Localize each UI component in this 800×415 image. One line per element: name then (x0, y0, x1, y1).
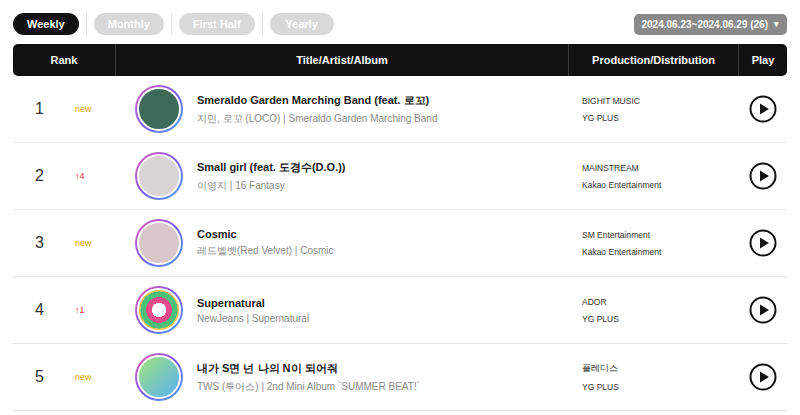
column-header: Play (738, 44, 787, 76)
artist-album: TWS (투어스) | 2nd Mini Album `SUMMER BEAT!… (197, 380, 420, 394)
rank-change: ↑4 (75, 171, 85, 181)
period-tab[interactable]: Monthly (94, 13, 164, 35)
rank-cell: 1new (13, 100, 115, 118)
rank-cell: 3new (13, 234, 115, 252)
period-tab[interactable]: Weekly (13, 13, 79, 35)
album-art[interactable] (135, 152, 183, 200)
distribution: YG PLUS (582, 314, 738, 324)
rank-change: new (75, 104, 92, 114)
distribution: Kakao Entertainment (582, 180, 738, 190)
chart-row[interactable]: 1newSmeraldo Garden Marching Band (feat.… (13, 76, 787, 143)
album-art[interactable] (135, 353, 183, 401)
production: BIGHIT MUSIC (582, 96, 738, 106)
play-icon[interactable] (749, 162, 777, 190)
play-icon[interactable] (749, 363, 777, 391)
tab-separator (86, 13, 87, 35)
artist-album: 레드벨벳(Red Velvet) | Cosmic (197, 244, 334, 258)
period-tabs: Weekly Monthly First Half Yearly (13, 13, 334, 35)
title-cell: Small girl (feat. 도경수(D.O.)) 이영지 | 16 Fan… (115, 152, 568, 200)
distribution: Kakao Entertainment (582, 247, 738, 257)
chart-row[interactable]: 4↑1 Supernatural NewJeans | Supernatural AD… (13, 277, 787, 344)
chart-list: 1newSmeraldo Garden Marching Band (feat.… (13, 76, 787, 411)
title-cell: Smeraldo Garden Marching Band (feat. 로꼬)… (115, 85, 568, 133)
album-art[interactable] (135, 219, 183, 267)
title-cell: Cosmic 레드벨벳(Red Velvet) | Cosmic (115, 219, 568, 267)
play-icon[interactable] (749, 95, 777, 123)
album-art[interactable] (135, 286, 183, 334)
production: MAINSTREAM (582, 163, 738, 173)
play-icon[interactable] (749, 296, 777, 324)
artist-album: 지민, 로꼬 (LOCO) | Smeraldo Garden Marching… (197, 112, 437, 126)
song-title[interactable]: Small girl (feat. 도경수(D.O.)) (197, 160, 346, 175)
production-cell: SM Entertainment Kakao Entertainment (568, 230, 738, 257)
chart-page: Weekly Monthly First Half Yearly 2024.06.23~… (0, 0, 800, 411)
rank-cell: 5new (13, 368, 115, 386)
chart-row[interactable]: 2↑4 Small girl (feat. 도경수(D.O.)) 이영지 | 16 … (13, 143, 787, 210)
song-title[interactable]: Supernatural (197, 297, 309, 309)
rank-number: 2 (35, 167, 75, 185)
song-title[interactable]: 내가 S면 넌 나의 N이 되어줘 (197, 361, 420, 376)
title-cell: 내가 S면 넌 나의 N이 되어줘 TWS (투어스) | 2nd Mini Al… (115, 353, 568, 401)
period-dropdown[interactable]: 2024.06.23~2024.06.29 (26) ▾ (634, 14, 788, 35)
chart-row[interactable]: 3new Cosmic 레드벨벳(Red Velvet) | Cosmic SM En… (13, 210, 787, 277)
artist-album: 이영지 | 16 Fantasy (197, 179, 346, 193)
artist-album: NewJeans | Supernatural (197, 313, 309, 324)
chart-row[interactable]: 5new 내가 S면 넌 나의 N이 되어줘 TWS (투어스) | 2nd Min… (13, 344, 787, 411)
column-header: Production/Distribution (568, 44, 738, 76)
rank-change: new (75, 372, 92, 382)
production: SM Entertainment (582, 230, 738, 240)
song-title[interactable]: Smeraldo Garden Marching Band (feat. 로꼬) (197, 93, 437, 108)
song-title[interactable]: Cosmic (197, 228, 334, 240)
column-header: Title/Artist/Album (115, 44, 568, 76)
production-cell: BIGHIT MUSIC YG PLUS (568, 96, 738, 123)
production-cell: ADOR YG PLUS (568, 297, 738, 324)
rank-change: ↑1 (75, 305, 85, 315)
dropdown-icon: ▾ (774, 19, 779, 29)
rank-number: 3 (35, 234, 75, 252)
tab-separator (262, 13, 263, 35)
production-cell: 플레디스 YG PLUS (568, 363, 738, 392)
rank-number: 4 (35, 301, 75, 319)
period-tab[interactable]: First Half (179, 13, 255, 35)
distribution: YG PLUS (582, 382, 738, 392)
top-bar: Weekly Monthly First Half Yearly 2024.06.23~… (13, 12, 787, 36)
rank-cell: 2↑4 (13, 167, 115, 185)
table-header: RankTitle/Artist/AlbumProduction/Distrib… (13, 44, 787, 76)
rank-number: 1 (35, 100, 75, 118)
rank-change: new (75, 238, 92, 248)
tab-separator (171, 13, 172, 35)
title-cell: Supernatural NewJeans | Supernatural (115, 286, 568, 334)
rank-number: 5 (35, 368, 75, 386)
distribution: YG PLUS (582, 113, 738, 123)
play-icon[interactable] (749, 229, 777, 257)
production-cell: MAINSTREAM Kakao Entertainment (568, 163, 738, 190)
column-header: Rank (13, 44, 115, 76)
album-art[interactable] (135, 85, 183, 133)
production: ADOR (582, 297, 738, 307)
production: 플레디스 (582, 363, 738, 375)
rank-cell: 4↑1 (13, 301, 115, 319)
period-label: 2024.06.23~2024.06.29 (26) (642, 19, 769, 30)
period-tab[interactable]: Yearly (270, 13, 334, 35)
